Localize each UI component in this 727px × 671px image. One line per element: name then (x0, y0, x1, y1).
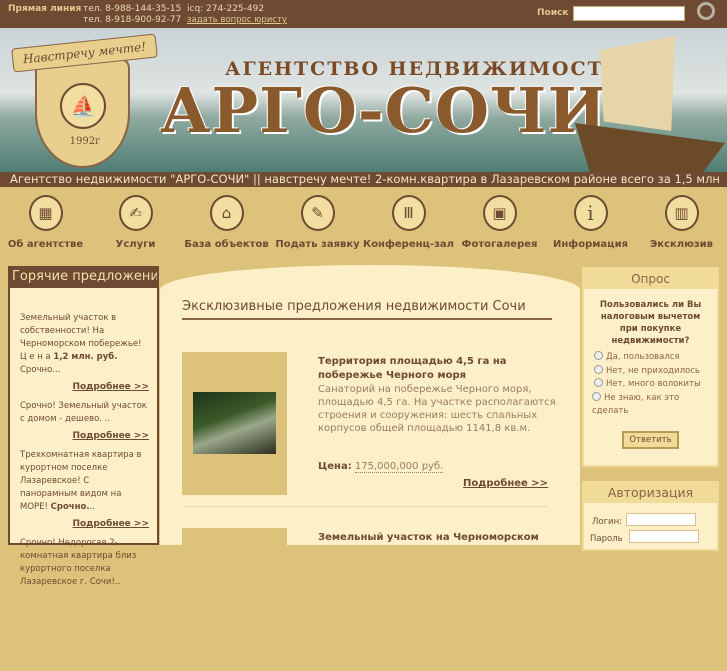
banner: ⛵ Навстречу мечте! 1992г АГЕНТСТВО НЕДВИ… (0, 28, 727, 173)
poll-option[interactable]: Да, пользовался (584, 351, 717, 365)
nav-exclusive[interactable]: ▥ Эксклюзив (636, 190, 727, 250)
founded-year: 1992г (69, 136, 101, 147)
listing-photo[interactable] (193, 392, 276, 454)
more-link[interactable]: Подробнее >> (20, 518, 149, 531)
document-pen-icon: ✎ (300, 195, 335, 231)
listing-more-link[interactable]: Подробнее >> (463, 478, 548, 489)
nav-photo-gallery[interactable]: ▣ Фотогалерея (454, 190, 545, 250)
hot-offers-title: Горячие предложения (10, 266, 157, 288)
top-bar: Прямая линия тел. 8-988-144-35-15 тел. 8… (0, 0, 727, 28)
nav-submit-request[interactable]: ✎ Подать заявку (272, 190, 363, 250)
radio-button[interactable] (594, 351, 603, 360)
handshake-icon: ✍ (118, 195, 153, 231)
nav-listings[interactable]: ⌂ База объектов (181, 190, 272, 250)
nav-information[interactable]: i Информация (545, 190, 636, 250)
auth-title: Авторизация (584, 483, 717, 503)
hot-offer: Срочно! Земельный участок с домом - деше… (20, 401, 149, 443)
ask-lawyer-link[interactable]: задать вопрос юристу (187, 15, 287, 25)
nav-services[interactable]: ✍ Услуги (90, 190, 181, 250)
nav-conference-hall[interactable]: Ⅲ Конференц-зал (363, 190, 454, 250)
radio-button[interactable] (592, 391, 601, 401)
phone-1: тел. 8-988-144-35-15 (83, 4, 182, 14)
search-input[interactable] (573, 6, 685, 21)
ship-hull (575, 123, 725, 173)
poll-panel: Опрос Пользовались ли Вы налоговым вычет… (582, 267, 719, 467)
listing-price: Цена: 175,000,000 руб. (318, 461, 444, 473)
ship-emblem-icon: ⛵ (60, 83, 106, 129)
hot-offers-panel: Горячие предложения Земельный участок в … (8, 266, 159, 587)
hot-offer: Земельный участок в собственности! На Че… (20, 313, 149, 394)
radio-button[interactable] (594, 378, 603, 387)
search-icon[interactable] (697, 2, 715, 20)
auth-panel: Авторизация Логин: Пароль (582, 481, 719, 551)
radio-button[interactable] (594, 364, 603, 374)
listing-title[interactable]: Территория площадью 4,5 га на побережье … (318, 355, 548, 383)
columns-icon: Ⅲ (391, 195, 426, 231)
ship-sail (600, 36, 675, 131)
more-link[interactable]: Подробнее >> (20, 430, 149, 443)
hot-offer: Трехкомнатная квартира в курортном посел… (20, 450, 149, 531)
page-title: Эксклюзивные предложения недвижимости Со… (182, 299, 552, 320)
listing-description: Санаторий на побережье Черного моря, пло… (318, 384, 556, 434)
villa-icon: ▥ (664, 195, 699, 231)
house-icon: ⌂ (209, 195, 244, 231)
buildings-icon: ▦ (28, 195, 63, 231)
phone-2: тел. 8-918-900-92-77 (83, 15, 182, 25)
photos-icon: ▣ (482, 195, 517, 231)
poll-title: Опрос (584, 269, 717, 289)
more-link[interactable]: Подробнее >> (20, 381, 149, 394)
poll-option[interactable]: Нет, много волокиты (584, 378, 717, 392)
news-ticker[interactable]: Агентство недвижимости "АРГО-СОЧИ" || на… (0, 172, 727, 187)
listing-title[interactable]: Земельный участок на Черноморском (318, 531, 548, 545)
poll-option[interactable]: Нет, не приходилось (584, 364, 717, 379)
listing-image-frame (182, 528, 287, 671)
divider (185, 506, 547, 507)
poll-option[interactable]: Не знаю, как это сделать (584, 391, 717, 419)
poll-question: Пользовались ли Вы налоговым вычетом при… (599, 300, 702, 346)
search-label: Поиск (537, 8, 569, 18)
brand-name: АРГО-СОЧИ (160, 74, 608, 147)
login-label: Логин: (592, 517, 623, 527)
nav-about[interactable]: ▦ Об агентстве (0, 190, 91, 250)
password-label: Пароль (590, 534, 623, 544)
login-input[interactable] (626, 513, 697, 526)
icq: icq: 274-225-492 (187, 4, 265, 14)
password-input[interactable] (628, 530, 699, 543)
poll-submit-button[interactable]: Ответить (622, 430, 679, 449)
info-icon: i (573, 195, 608, 231)
hotline-label: Прямая линия (8, 4, 82, 14)
